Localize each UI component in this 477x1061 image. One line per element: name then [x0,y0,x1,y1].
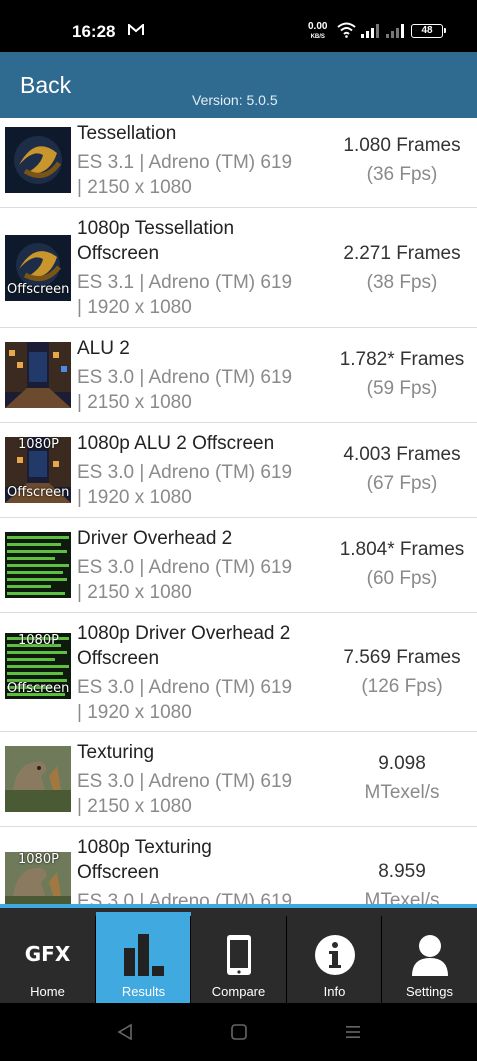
result-fps: (67 Fps) [366,473,438,494]
result-row-texturing[interactable]: Texturing ES 3.0 | Adreno (TM) 619 | 215… [0,732,477,827]
bottom-nav: GFX Home Results Compare Info Settings [0,904,477,1007]
result-api: ES 3.0 | Adreno (TM) 619 [77,367,293,388]
result-score: 2.271 Frames [343,243,461,264]
result-api: ES 3.0 | Adreno (TM) 619 [77,771,293,792]
result-fps: (60 Fps) [366,568,438,589]
result-row-1080p-alu-2-offscreen[interactable]: 1080P Offscreen 1080p ALU 2 Offscreen ES… [0,423,477,518]
network-speed-value: 0.00 [308,21,328,32]
phone-icon [226,935,251,975]
nav-compare[interactable]: Compare [191,912,286,1007]
signal-icon [361,24,379,38]
result-resolution: | 2150 x 1080 [77,796,192,817]
result-api: ES 3.1 | Adreno (TM) 619 [77,152,293,173]
recents-menu-icon[interactable] [344,1023,362,1041]
result-resolution: | 1920 x 1080 [77,702,192,723]
result-title: Tessellation [77,123,177,144]
result-score: 1.782* Frames [339,349,465,370]
result-fps: (36 Fps) [366,164,438,185]
result-resolution: | 2150 x 1080 [77,582,192,603]
app-header: Back Version: 5.0.5 [0,52,477,118]
result-title: Texturing [77,742,155,763]
nav-info-label: Info [323,984,346,999]
result-title: 1080p Texturing [77,837,212,858]
result-title: Driver Overhead 2 [77,528,233,549]
result-resolution: | 1920 x 1080 [77,297,192,318]
status-bar: 16:28 0.00 KB/S 48 [0,0,477,52]
bar-chart-icon [123,934,164,976]
result-title: ALU 2 [77,338,130,359]
result-unit: MTexel/s [364,782,440,803]
result-score: 8.959 [378,861,426,882]
system-nav-bar [0,1003,477,1061]
result-row-driver-overhead-2[interactable]: Driver Overhead 2 ES 3.0 | Adreno (TM) 6… [0,518,477,613]
result-score: 7.569 Frames [343,647,461,668]
user-icon [411,935,448,976]
1080p-tag: 1080P [18,852,59,867]
offscreen-tag: Offscreen [7,485,70,500]
wifi-icon [337,22,356,38]
nav-settings-label: Settings [406,984,453,999]
driver-overhead-thumbnail [5,532,71,598]
back-button[interactable]: Back [20,72,71,99]
offscreen-tag: Offscreen [7,282,70,297]
gfx-logo-icon: GFX [24,942,71,966]
gmail-icon [128,24,144,35]
result-api: ES 3.0 | Adreno (TM) 619 [77,557,293,578]
result-title: 1080p Tessellation [77,218,235,239]
result-score: 4.003 Frames [343,444,461,465]
back-triangle-icon[interactable] [116,1023,134,1041]
network-speed-unit: KB/S [310,34,325,40]
signal-icon [386,24,404,38]
result-row-1080p-driver-overhead-2-offscreen[interactable]: 1080P Offscreen 1080p Driver Overhead 2 … [0,613,477,732]
result-api: ES 3.0 | Adreno (TM) 619 [77,462,293,483]
result-fps: (59 Fps) [366,378,438,399]
status-time: 16:28 [72,22,116,41]
result-row-1080p-texturing-offscreen[interactable]: 1080P 1080p Texturing Offscreen ES 3.0 |… [0,827,477,908]
nav-home[interactable]: GFX Home [0,912,95,1007]
result-resolution: | 2150 x 1080 [77,177,192,198]
nav-home-label: Home [30,984,65,999]
1080p-tag: 1080P [18,437,59,452]
result-api: ES 3.1 | Adreno (TM) 619 [77,272,293,293]
home-square-icon[interactable] [230,1023,248,1041]
network-speed: 0.00 KB/S [308,21,328,41]
result-row-tessellation[interactable]: Tessellation ES 3.1 | Adreno (TM) 619 | … [0,118,477,208]
result-fps: (38 Fps) [366,272,438,293]
result-title-line2: Offscreen [77,862,160,883]
result-title-line2: Offscreen [77,648,160,669]
result-title: 1080p ALU 2 Offscreen [77,433,275,454]
result-title-line2: Offscreen [77,243,160,264]
result-row-alu-2[interactable]: ALU 2 ES 3.0 | Adreno (TM) 619 | 2150 x … [0,328,477,423]
result-score: 1.080 Frames [343,135,461,156]
nav-results[interactable]: Results [96,912,191,1007]
result-score: 9.098 [378,753,426,774]
info-icon [314,935,355,975]
version-label: Version: 5.0.5 [192,92,278,108]
result-score: 1.804* Frames [339,539,465,560]
tessellation-thumbnail [5,127,71,193]
nav-settings[interactable]: Settings [382,912,477,1007]
1080p-tag: 1080P [18,633,59,648]
result-api: ES 3.0 | Adreno (TM) 619 [77,677,293,698]
alu-thumbnail [5,342,71,408]
nav-results-label: Results [121,984,166,999]
result-resolution: | 2150 x 1080 [77,392,192,413]
offscreen-tag: Offscreen [7,681,70,696]
nav-compare-label: Compare [211,984,266,999]
result-row-1080p-tessellation-offscreen[interactable]: Offscreen 1080p Tessellation Offscreen E… [0,208,477,328]
result-title: 1080p Driver Overhead 2 [77,623,291,644]
results-list[interactable]: Tessellation ES 3.1 | Adreno (TM) 619 | … [0,118,477,908]
texturing-thumbnail [5,746,71,812]
result-resolution: | 1920 x 1080 [77,487,192,508]
result-fps: (126 Fps) [361,676,443,697]
nav-info[interactable]: Info [287,912,382,1007]
battery-icon: 48 [411,24,446,38]
